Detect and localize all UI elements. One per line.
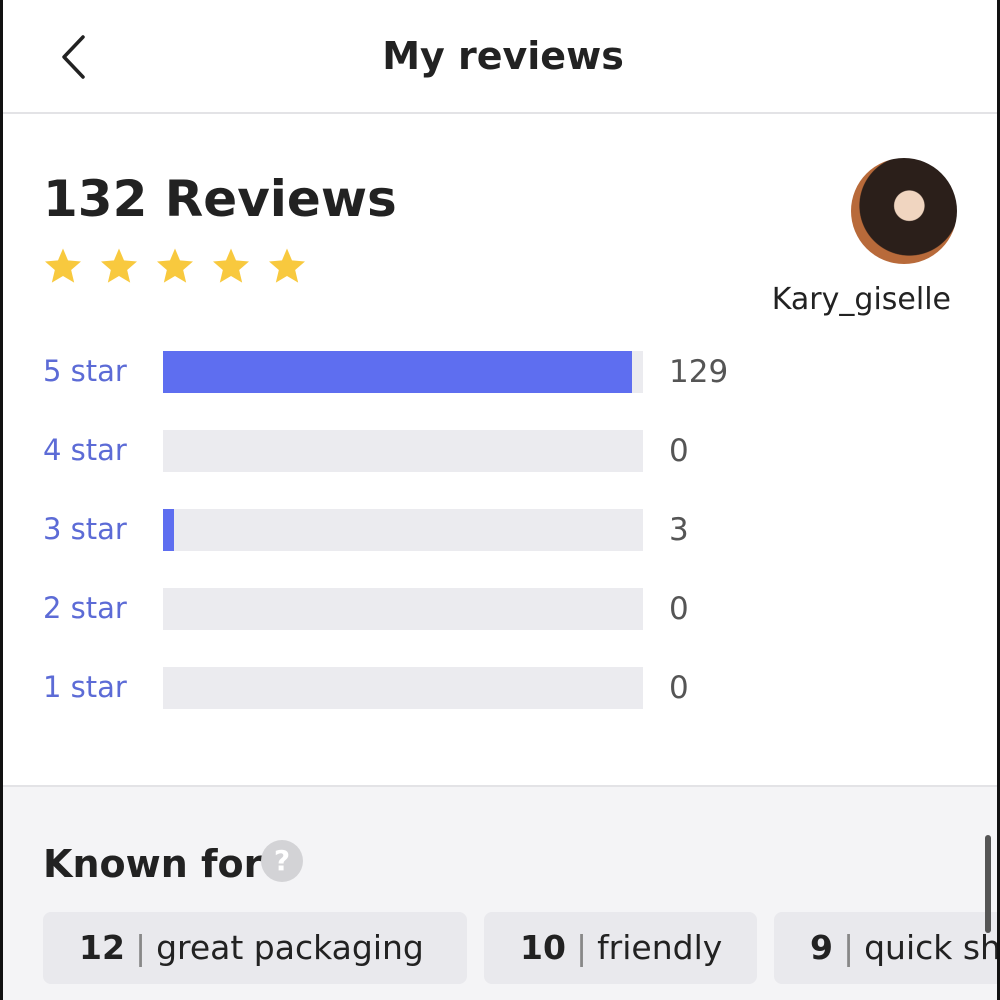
rating-stars — [43, 246, 307, 286]
chip-label: quick sh — [864, 928, 1000, 967]
chip-separator: | — [842, 928, 855, 967]
rating-bar-track — [163, 588, 643, 630]
rating-label: 4 star — [43, 433, 127, 467]
rating-count: 3 — [669, 512, 689, 548]
rating-count: 129 — [669, 354, 729, 390]
rating-label: 3 star — [43, 512, 127, 546]
rating-bar-track — [163, 430, 643, 472]
chip-count: 10 — [520, 928, 566, 967]
chip-count: 12 — [79, 928, 125, 967]
rating-label: 1 star — [43, 670, 127, 704]
rating-count: 0 — [669, 591, 689, 627]
chip-label: friendly — [597, 928, 723, 967]
rating-count: 0 — [669, 670, 689, 706]
known-for-chip[interactable]: 12 | great packaging — [43, 912, 467, 984]
rating-bar-track — [163, 509, 643, 551]
rating-count: 0 — [669, 433, 689, 469]
known-for-title: Known for — [43, 842, 263, 886]
known-for-chip[interactable]: 10 | friendly — [484, 912, 757, 984]
rating-row-2[interactable]: 2 star 0 — [43, 587, 763, 631]
rating-row-4[interactable]: 4 star 0 — [43, 429, 763, 473]
rating-row-1[interactable]: 1 star 0 — [43, 666, 763, 710]
star-icon — [157, 248, 193, 283]
question-icon[interactable]: ? — [261, 840, 303, 882]
reviews-count-heading: 132 Reviews — [43, 170, 397, 228]
username[interactable]: Kary_giselle — [772, 282, 951, 317]
avatar[interactable] — [851, 158, 957, 264]
chip-label: great packaging — [156, 928, 424, 967]
rating-row-3[interactable]: 3 star 3 — [43, 508, 763, 552]
star-icon — [213, 248, 249, 283]
rating-row-5[interactable]: 5 star 129 — [43, 350, 763, 394]
chip-separator: | — [575, 928, 588, 967]
rating-bar-fill — [163, 351, 632, 393]
app-frame: My reviews 132 Reviews Kary_giselle 5 st… — [0, 0, 1000, 1000]
chip-separator: | — [134, 928, 147, 967]
rating-label: 5 star — [43, 354, 127, 388]
top-bar: My reviews — [3, 0, 997, 114]
rating-bar-track — [163, 351, 643, 393]
scrollbar[interactable] — [985, 835, 991, 933]
star-icon — [269, 248, 305, 283]
known-for-section: Known for ? 12 | great packaging 10 | friend… — [3, 785, 1000, 1000]
known-for-chip[interactable]: 9 | quick sh — [774, 912, 1000, 984]
rating-bar-fill — [163, 509, 174, 551]
chip-count: 9 — [810, 928, 833, 967]
star-icon — [45, 248, 81, 283]
rating-label: 2 star — [43, 591, 127, 625]
page-title: My reviews — [382, 34, 624, 78]
star-icon — [101, 248, 137, 283]
rating-bar-track — [163, 667, 643, 709]
